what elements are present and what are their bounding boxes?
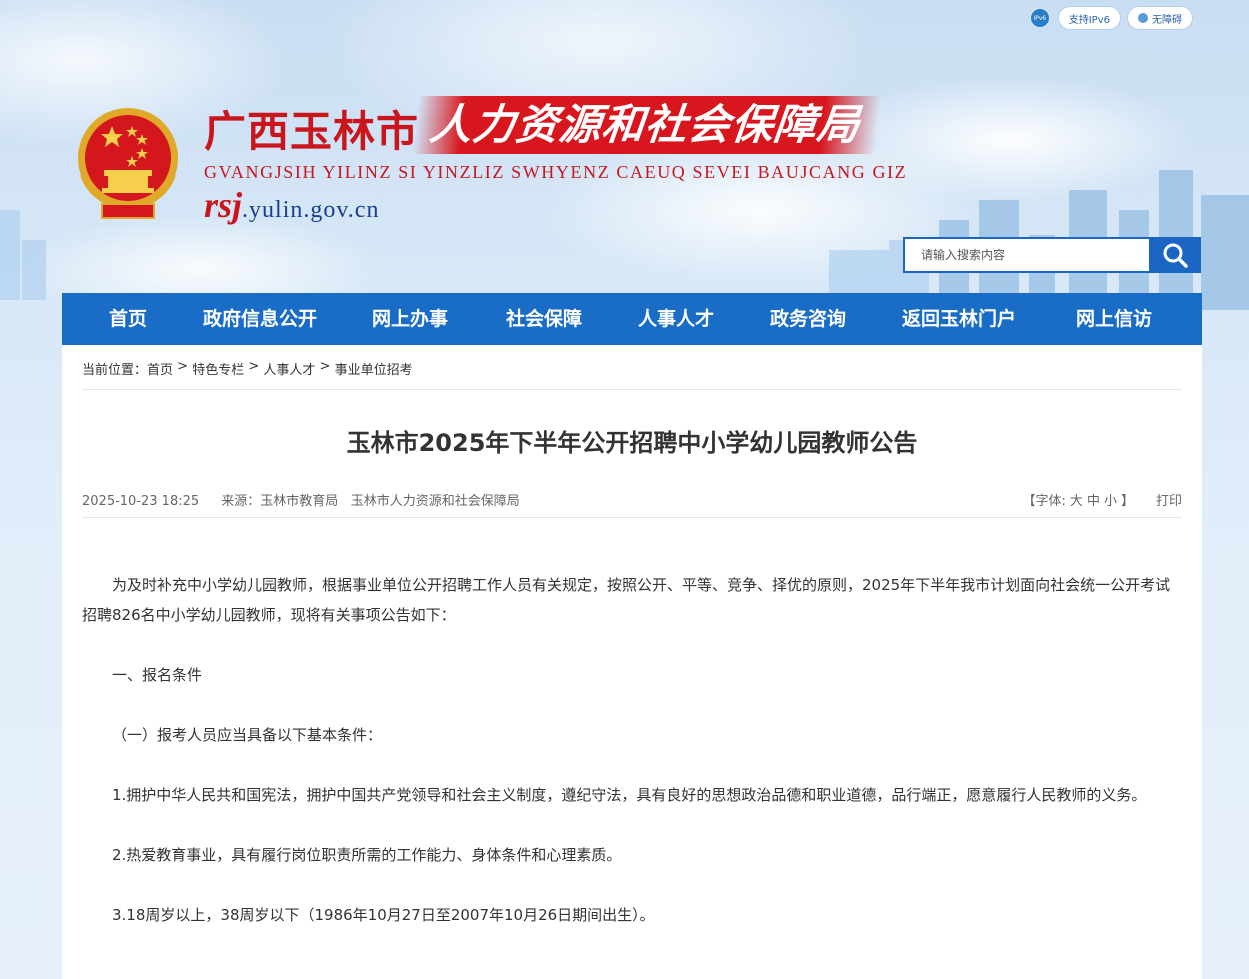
article-datetime: 2025-10-23 18:25 bbox=[82, 494, 200, 509]
divider bbox=[82, 517, 1182, 518]
accessibility-label: 无障碍 bbox=[1152, 14, 1182, 26]
content-panel: 当前位置： 首页 > 特色专栏 > 人事人才 > 事业单位招考 玉林市2025年… bbox=[62, 345, 1202, 979]
article-meta: 2025-10-23 18:25 来源：玉林市教育局 玉林市人力资源和社会保障局… bbox=[82, 490, 1182, 509]
nav-item-gov-info[interactable]: 政府信息公开 bbox=[194, 293, 326, 345]
nav-item-personnel[interactable]: 人事人才 bbox=[594, 293, 758, 345]
article-paragraph: 为及时补充中小学幼儿园教师，根据事业单位公开招聘工作人员有关规定，按照公开、平等… bbox=[82, 576, 1171, 624]
main-nav: 首页 政府信息公开 网上办事 社会保障 人事人才 政务咨询 返回玉林门户 网上信… bbox=[62, 293, 1202, 345]
ipv6-support-link[interactable]: 支持IPv6 bbox=[1058, 7, 1120, 29]
article-paragraph: 3.18周岁以上，38周岁以下（1986年10月27日至2007年10月26日期… bbox=[112, 906, 655, 924]
breadcrumb-separator: > bbox=[173, 359, 193, 374]
article-source: 来源：玉林市教育局 玉林市人力资源和社会保障局 bbox=[221, 494, 520, 509]
article-paragraph: 2.热爱教育事业，具有履行岗位职责所需的工作能力、身体条件和心理素质。 bbox=[112, 846, 622, 864]
article-title: 玉林市2025年下半年公开招聘中小学幼儿园教师公告 bbox=[346, 429, 918, 457]
domain-prefix: rsj bbox=[204, 185, 243, 225]
search-icon bbox=[1163, 243, 1188, 268]
breadcrumb-separator: > bbox=[315, 359, 335, 374]
domain-suffix: .yulin.gov.cn bbox=[242, 197, 380, 223]
city-skyline-left bbox=[0, 210, 46, 300]
nav-item-consultation[interactable]: 政务咨询 bbox=[758, 293, 858, 345]
font-size-large-button[interactable]: 大 bbox=[1070, 490, 1083, 509]
article-body: 为及时补充中小学幼儿园教师，根据事业单位公开招聘工作人员有关规定，按照公开、平等… bbox=[82, 570, 1182, 960]
breadcrumb-link-personnel[interactable]: 人事人才 bbox=[263, 359, 315, 378]
nav-item-petition[interactable]: 网上信访 bbox=[1060, 293, 1168, 345]
accessibility-icon bbox=[1138, 13, 1148, 23]
print-button[interactable]: 打印 bbox=[1156, 490, 1182, 509]
accessibility-button[interactable]: 无障碍 bbox=[1128, 7, 1192, 29]
article-paragraph: 1.拥护中华人民共和国宪法，拥护中国共产党领导和社会主义制度，遵纪守法，具有良好… bbox=[112, 786, 1147, 804]
site-domain: rsj.yulin.gov.cn bbox=[204, 184, 379, 226]
breadcrumb: 当前位置： 首页 > 特色专栏 > 人事人才 > 事业单位招考 bbox=[82, 359, 413, 378]
search-box bbox=[903, 237, 1201, 273]
search-button[interactable] bbox=[1149, 237, 1201, 273]
site-title-zhuang: GVANGJSIH YILINZ SI YINZLIZ SWHYENZ CAEU… bbox=[204, 162, 908, 182]
breadcrumb-link-recruitment[interactable]: 事业单位招考 bbox=[335, 359, 413, 378]
nav-item-yulin-portal[interactable]: 返回玉林门户 bbox=[858, 293, 1060, 345]
nav-item-home[interactable]: 首页 bbox=[62, 293, 194, 345]
ipv6-badge-icon: IPv6 bbox=[1028, 7, 1051, 29]
article-paragraph: （一）报考人员应当具备以下基本条件： bbox=[112, 726, 383, 744]
ipv6-label: 支持IPv6 bbox=[1068, 14, 1110, 26]
article-paragraph: 一、报名条件 bbox=[112, 666, 203, 684]
breadcrumb-link-home[interactable]: 首页 bbox=[147, 359, 173, 378]
breadcrumb-link-special[interactable]: 特色专栏 bbox=[192, 359, 244, 378]
font-size-prefix: 【字体: bbox=[1022, 494, 1066, 509]
search-input[interactable] bbox=[903, 237, 1149, 273]
top-utility-bar: IPv6 支持IPv6 无障碍 bbox=[1028, 7, 1192, 29]
font-size-medium-button[interactable]: 中 bbox=[1087, 490, 1100, 509]
national-emblem-icon bbox=[78, 108, 178, 219]
nav-item-online-services[interactable]: 网上办事 bbox=[326, 293, 494, 345]
divider bbox=[82, 389, 1182, 390]
nav-item-social-security[interactable]: 社会保障 bbox=[494, 293, 594, 345]
site-title-city: 广西玉林市 bbox=[204, 107, 420, 156]
breadcrumb-separator: > bbox=[244, 359, 264, 374]
font-size-small-button[interactable]: 小 bbox=[1104, 490, 1117, 509]
site-title-bureau: 人力资源和社会保障局 bbox=[412, 96, 882, 154]
breadcrumb-prefix: 当前位置： bbox=[82, 363, 148, 378]
font-size-suffix: 】 bbox=[1120, 494, 1134, 509]
